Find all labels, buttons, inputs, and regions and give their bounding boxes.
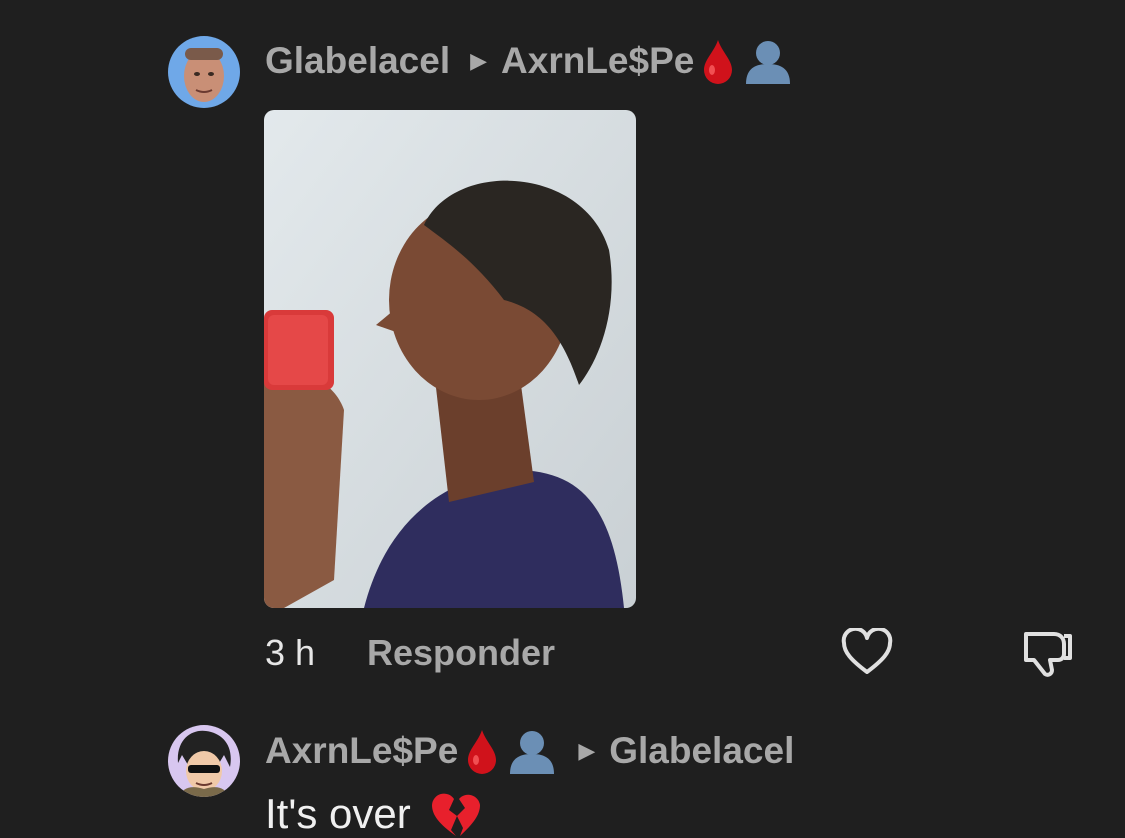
reply-button[interactable]: Responder (367, 632, 555, 674)
reply-arrow-icon: ▶ (470, 48, 488, 73)
author-name[interactable]: Glabelacel (265, 40, 450, 82)
reply-arrow-icon: ▶ (578, 738, 596, 763)
comment-header: AxrnLe$Pe ▶ Glabelacel (265, 726, 794, 776)
timestamp: 3 h (265, 632, 316, 673)
comment-actions: 3 h Responder (265, 628, 1085, 678)
comment-header: Glabelacel ▶ AxrnLe$Pe (265, 36, 794, 86)
bust-in-silhouette-icon (742, 38, 794, 84)
comment-image[interactable] (264, 110, 636, 608)
broken-heart-icon (429, 790, 483, 838)
heart-icon[interactable] (841, 628, 893, 676)
comment-text: It's over (265, 790, 483, 838)
drop-of-blood-icon (466, 728, 498, 774)
bust-in-silhouette-icon (506, 728, 558, 774)
comment-body: It's over (265, 790, 411, 837)
avatar-glabelacel[interactable] (168, 36, 240, 108)
reply-to-name[interactable]: Glabelacel (609, 730, 794, 772)
author-name[interactable]: AxrnLe$Pe (265, 730, 458, 772)
avatar-axrnlespe[interactable] (168, 725, 240, 797)
reply-to-name[interactable]: AxrnLe$Pe (501, 40, 694, 82)
drop-of-blood-icon (702, 38, 734, 84)
dislike-icon[interactable] (1020, 628, 1074, 678)
